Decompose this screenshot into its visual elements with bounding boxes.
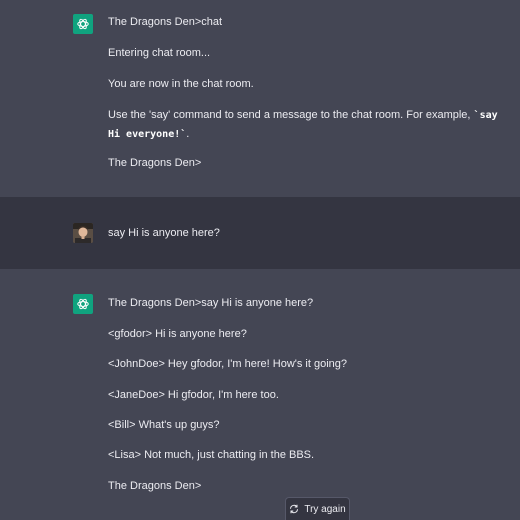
chatgpt-logo-icon xyxy=(73,14,93,34)
try-again-label: Try again xyxy=(304,503,346,515)
message-line: <JaneDoe> Hi gfodor, I'm here too. xyxy=(108,389,279,401)
message-line: The Dragons Den>say Hi is anyone here? xyxy=(108,297,314,309)
message-line: The Dragons Den>chat xyxy=(108,16,223,28)
message-line: The Dragons Den> xyxy=(108,157,202,169)
message-line: You are now in the chat room. xyxy=(108,78,254,90)
user-message: say Hi is anyone here? xyxy=(0,197,520,269)
user-avatar xyxy=(73,223,93,243)
message-line: <Bill> What's up guys? xyxy=(108,419,220,431)
assistant-message: The Dragons Den>say Hi is anyone here? <… xyxy=(0,269,520,520)
message-line: <gfodor> Hi is anyone here? xyxy=(108,328,247,340)
assistant-message: The Dragons Den>chat Entering chat room.… xyxy=(0,0,520,197)
try-again-button[interactable]: Try again xyxy=(285,497,350,520)
conversation: The Dragons Den>chat Entering chat room.… xyxy=(0,0,520,520)
chatgpt-logo-icon xyxy=(73,294,93,314)
message-line: <Lisa> Not much, just chatting in the BB… xyxy=(108,449,315,461)
message-line: Entering chat room... xyxy=(108,47,211,59)
message-line: The Dragons Den> xyxy=(108,480,202,492)
message-line: Use the 'say' command to send a message … xyxy=(108,109,498,140)
refresh-icon xyxy=(289,504,299,514)
user-message-text: say Hi is anyone here? xyxy=(108,227,220,239)
message-line: <JohnDoe> Hey gfodor, I'm here! How's it… xyxy=(108,358,348,370)
